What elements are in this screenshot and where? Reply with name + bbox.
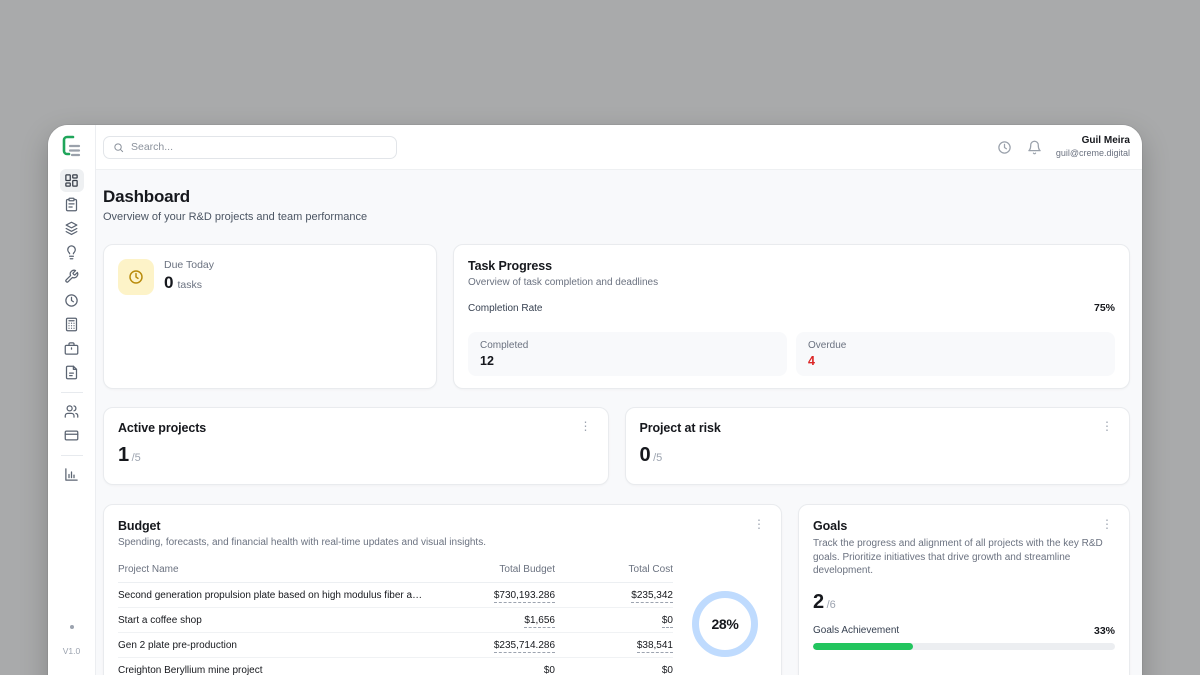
goals-bar-fill (813, 643, 913, 650)
sidebar-item-tasks-icon[interactable] (60, 193, 84, 216)
project-name-cell: Second generation propulsion plate based… (118, 583, 437, 608)
search-icon (113, 142, 124, 153)
completed-value: 12 (480, 354, 775, 368)
page-title: Dashboard (103, 187, 1130, 207)
active-projects-title: Active projects (118, 421, 206, 435)
sidebar-divider (61, 455, 83, 456)
due-today-clock-icon (118, 259, 154, 295)
total-budget-value[interactable]: $1,656 (524, 615, 555, 628)
budget-table-row: Gen 2 plate pre-production $235,714.286 $3… (118, 633, 673, 658)
main-area: Search... Guil Meira guil@creme.digital … (96, 125, 1142, 675)
goals-progress-bar (813, 643, 1115, 650)
goals-value: 2 (813, 591, 824, 614)
project-name-cell: Start a coffee shop (118, 608, 437, 633)
due-today-card: Due Today 0 tasks (103, 244, 437, 389)
dashboard-content: Dashboard Overview of your R&D projects … (96, 170, 1142, 675)
kebab-menu-icon[interactable]: ⋮ (1099, 421, 1115, 431)
sidebar-item-billing-icon[interactable] (60, 424, 84, 447)
column-header-total-cost: Total Cost (555, 558, 673, 583)
active-projects-value: 1 (118, 444, 129, 467)
task-progress-card: Task Progress Overview of task completio… (453, 244, 1130, 389)
sidebar-divider (61, 392, 83, 393)
sidebar-item-layers-icon[interactable] (60, 217, 84, 240)
task-progress-title: Task Progress (468, 259, 1115, 273)
sidebar-item-calculator-icon[interactable] (60, 313, 84, 336)
user-menu[interactable]: Guil Meira guil@creme.digital (1056, 135, 1130, 159)
budget-table-row: Second generation propulsion plate based… (118, 583, 673, 608)
project-at-risk-card: Project at risk ⋮ 0 /5 (625, 407, 1131, 485)
project-at-risk-title: Project at risk (640, 421, 721, 435)
user-email: guil@creme.digital (1056, 148, 1130, 159)
budget-table: Project Name Total Budget Total Cost Sec… (118, 558, 673, 675)
budget-donut-chart: 28% (683, 548, 767, 675)
column-header-total-budget: Total Budget (437, 558, 555, 583)
project-name-cell: Creighton Beryllium mine project (118, 658, 437, 675)
goals-subtitle: Track the progress and alignment of all … (813, 537, 1115, 578)
sidebar: V1.0 (48, 125, 96, 675)
total-cost-value[interactable]: $235,342 (631, 590, 673, 603)
project-name-cell: Gen 2 plate pre-production (118, 633, 437, 658)
sidebar-item-tools-icon[interactable] (60, 265, 84, 288)
total-cost-value[interactable]: $0 (662, 665, 673, 675)
due-today-unit: tasks (177, 279, 202, 291)
budget-title: Budget (118, 519, 160, 533)
budget-card: Budget ⋮ Spending, forecasts, and financ… (103, 504, 782, 675)
sidebar-item-time-icon[interactable] (60, 289, 84, 312)
sidebar-item-ideas-icon[interactable] (60, 241, 84, 264)
total-cost-value[interactable]: $38,541 (637, 640, 673, 653)
budget-table-row: Creighton Beryllium mine project $0 $0 (118, 658, 673, 675)
project-at-risk-total: /5 (653, 452, 662, 464)
total-budget-value[interactable]: $730,193.286 (494, 590, 555, 603)
sidebar-item-dashboard-icon[interactable] (60, 169, 84, 192)
kebab-menu-icon[interactable]: ⋮ (578, 421, 594, 431)
sidebar-footer: V1.0 (48, 625, 95, 656)
topbar: Search... Guil Meira guil@creme.digital (96, 125, 1142, 170)
user-name: Guil Meira (1056, 135, 1130, 148)
project-at-risk-value: 0 (640, 444, 651, 467)
task-progress-subtitle: Overview of task completion and deadline… (468, 277, 1115, 288)
overdue-value: 4 (808, 354, 1103, 368)
kebab-menu-icon[interactable]: ⋮ (751, 519, 767, 529)
goals-total: /6 (827, 599, 836, 611)
budget-table-body: Second generation propulsion plate based… (118, 583, 673, 675)
sidebar-item-documents-icon[interactable] (60, 361, 84, 384)
history-icon[interactable] (997, 140, 1012, 155)
kebab-menu-icon[interactable]: ⋮ (1099, 519, 1115, 529)
active-projects-total: /5 (132, 452, 141, 464)
due-today-label: Due Today (164, 259, 214, 271)
active-projects-card: Active projects ⋮ 1 /5 (103, 407, 609, 485)
budget-donut-percent: 28% (711, 616, 738, 632)
search-placeholder: Search... (131, 141, 173, 153)
column-header-project-name: Project Name (118, 558, 437, 583)
completion-rate-label: Completion Rate (468, 303, 542, 314)
overdue-stat-box: Overdue 4 (796, 332, 1115, 376)
goals-achievement-label: Goals Achievement (813, 625, 899, 636)
sidebar-item-reports-icon[interactable] (60, 463, 84, 486)
status-dot (70, 625, 74, 629)
total-budget-value[interactable]: $0 (544, 665, 555, 675)
due-today-value: 0 (164, 273, 173, 293)
app-logo-icon (60, 134, 84, 160)
budget-table-row: Start a coffee shop $1,656 $0 (118, 608, 673, 633)
sidebar-item-briefcase-icon[interactable] (60, 337, 84, 360)
page-subtitle: Overview of your R&D projects and team p… (103, 211, 1130, 223)
goals-achievement-percent: 33% (1094, 625, 1115, 637)
app-window: V1.0 Search... Guil Meira guil@creme.dig… (48, 125, 1142, 675)
completion-rate-percent: 75% (1094, 302, 1115, 314)
total-cost-value[interactable]: $0 (662, 615, 673, 628)
completed-label: Completed (480, 340, 775, 351)
completed-stat-box: Completed 12 (468, 332, 787, 376)
goals-title: Goals (813, 519, 847, 533)
budget-subtitle: Spending, forecasts, and financial healt… (118, 537, 767, 548)
search-input[interactable]: Search... (103, 136, 397, 159)
version-label: V1.0 (63, 646, 81, 656)
notifications-bell-icon[interactable] (1027, 140, 1042, 155)
sidebar-item-team-icon[interactable] (60, 400, 84, 423)
overdue-label: Overdue (808, 340, 1103, 351)
total-budget-value[interactable]: $235,714.286 (494, 640, 555, 653)
goals-card: Goals ⋮ Track the progress and alignment… (798, 504, 1130, 675)
